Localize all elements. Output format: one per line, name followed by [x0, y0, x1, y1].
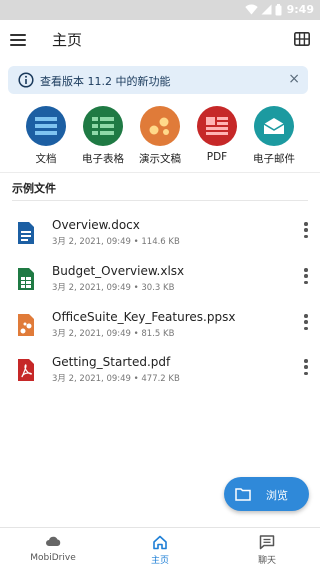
- file-date: 3月 2, 2021, 09:49: [52, 329, 131, 339]
- file-item-pdf[interactable]: Getting_Started.pdf 3月 2, 2021, 09:49 • …: [0, 355, 320, 395]
- file-meta: 3月 2, 2021, 09:49 • 114.6 KB: [52, 237, 180, 247]
- close-icon[interactable]: ×: [288, 71, 300, 87]
- more-options-icon[interactable]: [304, 222, 308, 238]
- banner-text: 查看版本 11.2 中的新功能: [40, 75, 171, 88]
- menu-icon-line: [10, 34, 26, 36]
- file-name: Budget_Overview.xlsx: [52, 264, 185, 278]
- file-date: 3月 2, 2021, 09:49: [52, 237, 131, 247]
- file-meta: 3月 2, 2021, 09:49 • 30.3 KB: [52, 283, 175, 293]
- file-meta: 3月 2, 2021, 09:49 • 477.2 KB: [52, 374, 180, 384]
- status-time: 9:49: [286, 3, 314, 16]
- nav-label: MobiDrive: [30, 553, 76, 563]
- app-email[interactable]: 电子邮件: [245, 106, 305, 168]
- file-size: 81.5 KB: [141, 329, 175, 339]
- word-file-icon: [18, 222, 34, 244]
- app-bar: 主页: [0, 20, 320, 60]
- home-icon: [153, 535, 167, 550]
- nav-item-home[interactable]: 主页: [107, 528, 213, 569]
- presentation-icon: [140, 106, 180, 146]
- wifi-icon: [244, 4, 258, 15]
- nav-label: 主页: [150, 556, 169, 566]
- nav-label: 聊天: [257, 556, 276, 566]
- create-shortcuts: 文档 电子表格 演示文稿 PDF 电子邮件: [0, 106, 320, 168]
- nav-item-mobidrive[interactable]: MobiDrive: [0, 528, 106, 569]
- browse-label: 浏览: [266, 489, 288, 502]
- file-date: 3月 2, 2021, 09:49: [52, 374, 131, 384]
- spreadsheet-icon: [83, 106, 123, 146]
- powerpoint-file-icon: [18, 314, 34, 336]
- more-options-icon[interactable]: [304, 314, 308, 330]
- file-item-docx[interactable]: Overview.docx 3月 2, 2021, 09:49 • 114.6 …: [0, 218, 320, 258]
- signal-icon: [261, 4, 272, 15]
- divider: [0, 172, 320, 173]
- document-icon: [26, 106, 66, 146]
- divider: [12, 200, 308, 201]
- info-icon: [18, 72, 34, 88]
- section-title: 示例文件: [12, 182, 56, 195]
- excel-file-icon: [18, 268, 34, 290]
- pdf-file-icon: [18, 359, 34, 381]
- file-item-ppsx[interactable]: OfficeSuite_Key_Features.ppsx 3月 2, 2021…: [0, 310, 320, 350]
- file-item-xlsx[interactable]: Budget_Overview.xlsx 3月 2, 2021, 09:49 •…: [0, 264, 320, 304]
- cloud-icon: [46, 536, 61, 546]
- menu-icon-line: [10, 44, 26, 46]
- grid-view-icon[interactable]: [294, 32, 310, 46]
- battery-icon: [275, 3, 282, 15]
- file-name: Overview.docx: [52, 218, 140, 232]
- pdf-icon: [197, 106, 237, 146]
- file-name: Getting_Started.pdf: [52, 355, 171, 369]
- app-label: 电子邮件: [253, 153, 295, 165]
- page-title: 主页: [52, 31, 83, 49]
- file-meta: 3月 2, 2021, 09:49 • 81.5 KB: [52, 329, 175, 339]
- bottom-navigation: MobiDrive 主页 聊天: [0, 527, 320, 569]
- status-indicators: 9:49: [244, 3, 314, 16]
- menu-icon-line: [10, 39, 26, 41]
- nav-item-chat[interactable]: 聊天: [214, 528, 320, 569]
- file-name: OfficeSuite_Key_Features.ppsx: [52, 310, 236, 324]
- more-options-icon[interactable]: [304, 268, 308, 284]
- file-date: 3月 2, 2021, 09:49: [52, 283, 131, 293]
- file-size: 114.6 KB: [141, 237, 180, 247]
- browse-button[interactable]: 浏览: [224, 477, 309, 511]
- more-options-icon[interactable]: [304, 359, 308, 375]
- file-size: 30.3 KB: [141, 283, 175, 293]
- mail-icon: [254, 106, 294, 146]
- folder-icon: [235, 488, 251, 501]
- menu-button[interactable]: [10, 30, 30, 50]
- status-bar: 9:49: [0, 0, 320, 20]
- whats-new-banner[interactable]: 查看版本 11.2 中的新功能 ×: [8, 66, 308, 94]
- file-size: 477.2 KB: [141, 374, 180, 384]
- chat-icon: [259, 535, 275, 550]
